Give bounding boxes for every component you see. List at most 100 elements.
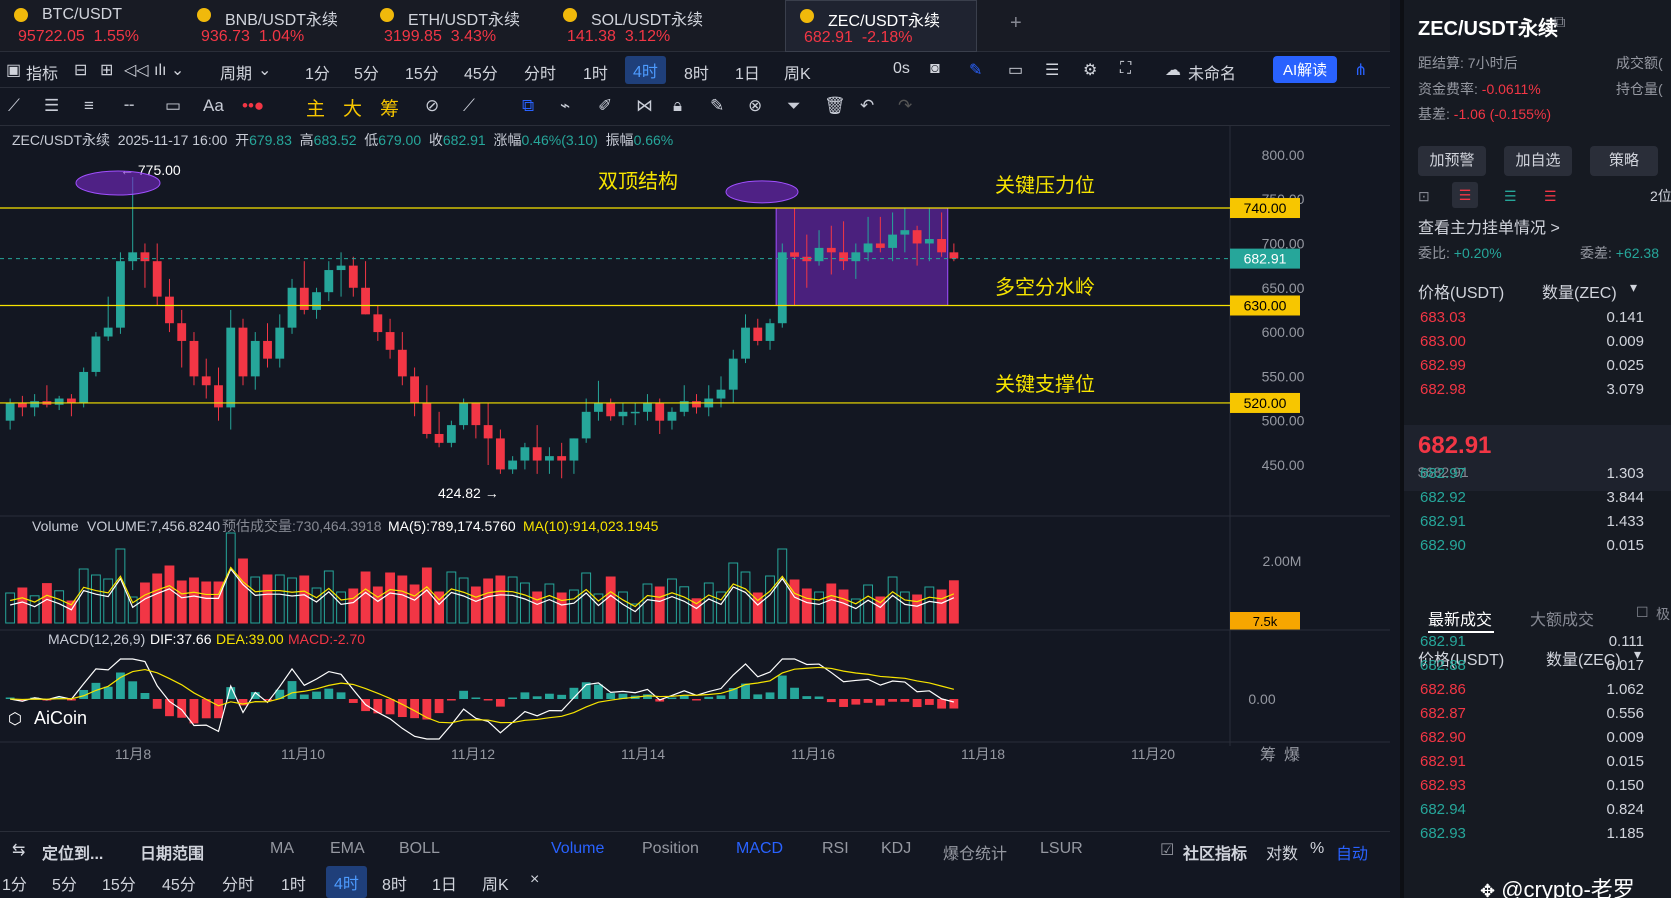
candle-body[interactable] <box>471 402 481 426</box>
camera-icon[interactable]: ◙ <box>930 60 940 78</box>
candle-body[interactable] <box>238 327 248 377</box>
candle-body[interactable] <box>851 252 861 262</box>
period-dropdown[interactable]: 周期 <box>220 60 252 84</box>
trade-row[interactable]: 682.91 0.111 <box>1420 633 1670 657</box>
orderbook-mode-icon[interactable]: ☰ <box>1452 182 1478 208</box>
candle-body[interactable] <box>385 332 395 350</box>
candle-body[interactable] <box>152 261 162 297</box>
chart-area[interactable]: 800.00750.00700.00650.00600.00550.00500.… <box>0 126 1390 831</box>
candle-body[interactable] <box>557 456 567 461</box>
interval-1d[interactable]: 1日 <box>735 60 760 84</box>
candle-body[interactable] <box>91 336 101 372</box>
layout-icon[interactable]: ⊟ <box>74 60 87 80</box>
candle-body[interactable] <box>422 402 432 434</box>
candle-body[interactable] <box>777 252 787 324</box>
b-interval-5m[interactable]: 5分 <box>52 871 77 895</box>
candle-body[interactable] <box>594 402 603 412</box>
candle-body[interactable] <box>226 327 236 408</box>
close-icon[interactable]: × <box>530 871 539 889</box>
ruler-icon[interactable]: ⌁ <box>560 96 570 116</box>
b-interval-8h[interactable]: 8时 <box>382 871 407 895</box>
candle-body[interactable] <box>544 456 554 461</box>
trendline-icon[interactable]: ⟋ <box>8 96 20 116</box>
candle-type-icon[interactable]: ılı ⌄ <box>154 60 184 80</box>
candle-body[interactable] <box>116 261 125 328</box>
candle-body[interactable] <box>250 340 260 377</box>
replay-icon[interactable]: ◁◁ <box>124 60 149 80</box>
redo-icon[interactable]: ↷ <box>898 96 912 116</box>
candle-body[interactable] <box>373 314 383 333</box>
cloud-icon[interactable]: ☁ <box>1165 60 1181 80</box>
checkbox-icon[interactable]: ☐ <box>1636 604 1649 621</box>
candle-body[interactable] <box>937 239 947 253</box>
strategy-button[interactable]: 策略 <box>1590 146 1658 176</box>
compare-icon[interactable]: ⊞ <box>100 60 113 80</box>
interval-4h[interactable]: 4时 <box>625 56 666 84</box>
interval-1h[interactable]: 1时 <box>583 60 608 84</box>
bid-row[interactable]: 682.92 3.844 <box>1420 489 1670 513</box>
date-range-button[interactable]: 日期范围 <box>140 840 204 864</box>
tab-zec[interactable]: ZEC/USDT永续 682.91 -2.18% <box>785 0 977 52</box>
tab-large-trades[interactable]: 大额成交 <box>1530 606 1594 630</box>
candle-body[interactable] <box>79 371 89 403</box>
candle-body[interactable] <box>312 292 321 310</box>
trade-row[interactable]: 682.93 1.185 <box>1420 825 1670 849</box>
b-interval-1m[interactable]: 1分 <box>2 871 27 895</box>
add-tab-icon[interactable]: + <box>1010 12 1022 35</box>
fib-icon[interactable]: ⊘ <box>425 96 439 116</box>
auto-scale-toggle[interactable]: 自动 <box>1336 840 1368 864</box>
b-interval-1d[interactable]: 1日 <box>432 871 457 895</box>
candle-body[interactable] <box>30 401 40 408</box>
candle-body[interactable] <box>765 323 775 341</box>
edit-icon[interactable]: ✎ <box>710 96 724 116</box>
candle-body[interactable] <box>863 243 873 253</box>
ask-row[interactable]: 683.00 0.009 <box>1420 333 1670 357</box>
ind-rsi[interactable]: RSI <box>822 840 849 858</box>
ask-row[interactable]: 682.99 0.025 <box>1420 357 1670 381</box>
candle-body[interactable] <box>214 385 223 408</box>
candle-body[interactable] <box>949 252 959 259</box>
tab-latest-trades[interactable]: 最新成交 <box>1428 606 1492 630</box>
layout-name-dropdown[interactable]: 未命名 <box>1188 60 1236 84</box>
ind-boll[interactable]: BOLL <box>399 840 440 858</box>
comment-icon[interactable]: ▭ <box>1008 60 1023 80</box>
lock-icon[interactable]: 🔒︎ <box>673 96 682 116</box>
trash-icon[interactable]: 🗑︎ <box>824 96 846 116</box>
ind-lsur[interactable]: LSUR <box>1040 840 1083 858</box>
ai-analysis-button[interactable]: AI解读 <box>1273 56 1338 83</box>
candle-body[interactable] <box>569 438 579 461</box>
candle-body[interactable] <box>532 447 542 461</box>
share-icon[interactable]: ⋔ <box>1354 60 1367 80</box>
locate-icon[interactable]: ⇆ <box>12 840 25 860</box>
candle-body[interactable] <box>508 460 518 470</box>
ask-row[interactable]: 682.98 3.079 <box>1420 381 1670 405</box>
b-interval-15m[interactable]: 15分 <box>102 871 136 895</box>
candle-body[interactable] <box>336 265 346 271</box>
orderbook-asks-icon[interactable]: ☰ <box>1544 188 1557 205</box>
candle-body[interactable] <box>140 252 150 262</box>
candle-body[interactable] <box>201 376 211 386</box>
chevron-down-icon[interactable]: ▾ <box>1630 279 1637 296</box>
candle-body[interactable] <box>263 340 272 359</box>
candle-body[interactable] <box>728 358 738 390</box>
candle-body[interactable] <box>434 433 444 443</box>
candle-body[interactable] <box>299 287 309 310</box>
add-watchlist-button[interactable]: 加自选 <box>1504 146 1572 176</box>
trade-row[interactable]: 682.88 0.017 <box>1420 657 1670 681</box>
pencil-icon[interactable]: ✎ <box>969 60 982 80</box>
candle-body[interactable] <box>692 401 701 408</box>
b-interval-45m[interactable]: 45分 <box>162 871 196 895</box>
interval-timeshare[interactable]: 分时 <box>524 60 556 84</box>
interval-8h[interactable]: 8时 <box>684 60 709 84</box>
ind-position[interactable]: Position <box>642 840 699 858</box>
candle-body[interactable] <box>177 323 187 341</box>
candle-body[interactable] <box>5 402 15 421</box>
log-scale-toggle[interactable]: 对数 <box>1266 840 1298 864</box>
trade-row[interactable]: 682.86 1.062 <box>1420 681 1670 705</box>
trade-row[interactable]: 682.91 0.015 <box>1420 753 1670 777</box>
settings-icon[interactable]: ⚙ <box>1083 60 1097 80</box>
candle-body[interactable] <box>875 243 885 248</box>
interval-15m[interactable]: 15分 <box>405 60 439 84</box>
candle-body[interactable] <box>165 296 174 324</box>
candle-body[interactable] <box>520 447 530 461</box>
